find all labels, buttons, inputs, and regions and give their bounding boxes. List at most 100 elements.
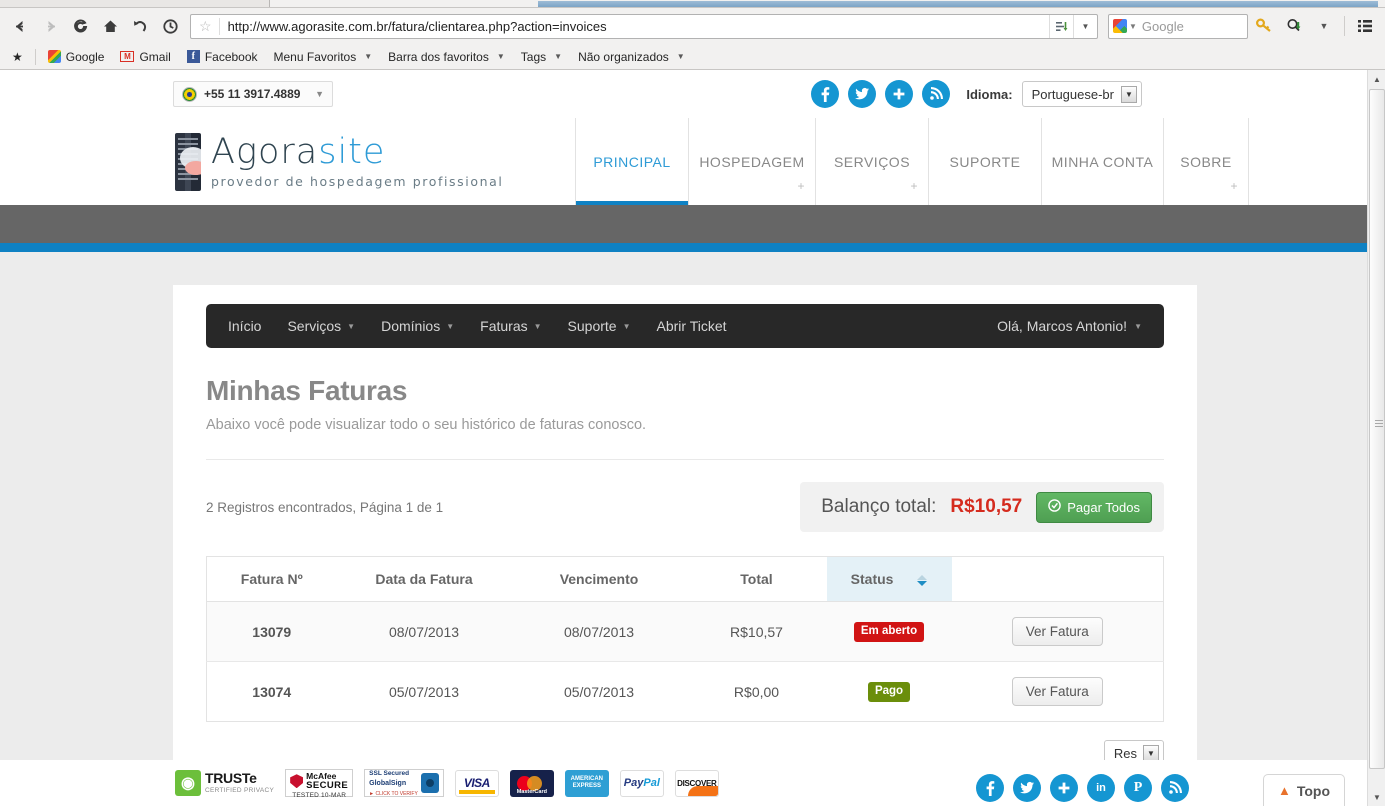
pinterest-icon[interactable]: P [1124, 774, 1152, 802]
site-logo[interactable]: Agorasite provedor de hospedagem profiss… [175, 118, 503, 205]
lock-icon [420, 773, 439, 793]
brazil-flag-icon [182, 86, 197, 102]
client-nav-servicos[interactable]: Serviços ▼ [287, 318, 355, 334]
nav-item-principal[interactable]: PRINCIPAL [575, 118, 688, 205]
nav-item-servicos[interactable]: SERVIÇOS + [815, 118, 928, 205]
cell-status: Em aberto [826, 601, 952, 662]
chevron-down-icon[interactable]: ▼ [1143, 744, 1159, 762]
bookmark-barra-dos-favoritos[interactable]: Barra dos favoritos ▼ [380, 46, 513, 68]
language-label: Idioma: [966, 86, 1013, 102]
back-to-top-button[interactable]: ▲ Topo [1262, 774, 1345, 806]
nav-label: PRINCIPAL [593, 153, 671, 170]
search-engine-caret-icon[interactable]: ▼ [1129, 22, 1137, 31]
client-nav-abrir-ticket[interactable]: Abrir Ticket [657, 318, 727, 334]
back-to-top-label: Topo [1296, 782, 1330, 799]
bookmark-tags[interactable]: Tags ▼ [513, 46, 570, 68]
rss-icon[interactable] [922, 80, 951, 108]
url-dropdown-icon[interactable]: ▼ [1073, 14, 1097, 38]
bookmark-facebook[interactable]: f Facebook [179, 46, 266, 68]
browser-toolbar: ☆ http://www.agorasite.com.br/fatura/cli… [0, 8, 1385, 44]
menu-icon[interactable] [1351, 12, 1379, 40]
rss-icon[interactable] [1161, 774, 1189, 802]
nav-item-hospedagem[interactable]: HOSPEDAGEM + [688, 118, 815, 205]
nav-item-sobre[interactable]: SOBRE + [1163, 118, 1249, 205]
chevron-down-icon[interactable]: ▼ [1121, 85, 1137, 103]
bookmark-nao-organizados[interactable]: Não organizados ▼ [570, 46, 693, 68]
search-box[interactable]: ▼ Google [1108, 13, 1248, 39]
chevron-down-icon: ▼ [622, 321, 631, 331]
nav-label: SERVIÇOS [833, 153, 911, 170]
pay-all-button[interactable]: Pagar Todos [1036, 491, 1152, 523]
client-nav-inicio[interactable]: Início [228, 318, 261, 334]
nav-item-suporte[interactable]: SUPORTE [928, 118, 1041, 205]
scroll-down-arrow-icon[interactable]: ▼ [1368, 788, 1385, 806]
column-header-total[interactable]: Total [686, 556, 827, 602]
column-header-vencimento[interactable]: Vencimento [511, 556, 687, 602]
client-nav-dominios[interactable]: Domínios ▼ [381, 318, 454, 334]
visa-label: VISA [463, 776, 491, 790]
chevron-down-icon: ▼ [554, 52, 563, 61]
client-nav-label: Serviços [287, 318, 342, 334]
client-nav-label: Domínios [381, 318, 441, 334]
globalsign-badge[interactable]: SSL Secured GlobalSign ► CLICK TO VERIFY [364, 769, 444, 797]
overflow-caret-icon[interactable]: ▼ [1310, 12, 1338, 40]
view-invoice-button[interactable]: Ver Fatura [1011, 677, 1103, 706]
bookmark-menu-favoritos[interactable]: Menu Favoritos ▼ [266, 46, 381, 68]
twitter-icon[interactable] [1013, 774, 1041, 802]
sort-arrows-icon[interactable] [917, 574, 928, 586]
bookmark-label: Facebook [204, 49, 258, 64]
client-nav-label: Abrir Ticket [656, 318, 727, 334]
chevron-down-icon: ▼ [676, 52, 685, 61]
browser-tab-inactive[interactable] [0, 0, 270, 7]
client-nav-faturas[interactable]: Faturas ▼ [480, 318, 541, 334]
bookmark-google[interactable]: Google [40, 46, 113, 68]
discover-icon: DISCOVER [674, 769, 719, 797]
bookmark-gmail[interactable]: M Gmail [112, 46, 178, 68]
address-bar[interactable]: ☆ http://www.agorasite.com.br/fatura/cli… [190, 13, 1098, 39]
scrollbar-thumb[interactable] [1369, 89, 1385, 769]
history-icon[interactable] [156, 12, 184, 40]
key-icon[interactable] [1250, 12, 1278, 40]
google-plus-icon[interactable] [1050, 774, 1078, 802]
twitter-icon[interactable] [848, 80, 877, 108]
server-rack-icon [175, 132, 201, 191]
table-row[interactable]: 13079 08/07/2013 08/07/2013 R$10,57 Em a… [206, 601, 1164, 662]
forward-arrow-icon[interactable] [36, 12, 64, 40]
scroll-up-arrow-icon[interactable]: ▲ [1368, 70, 1385, 88]
column-header-fatura-numero[interactable]: Fatura Nº [206, 556, 337, 602]
view-invoice-button[interactable]: Ver Fatura [1011, 617, 1103, 646]
facebook-icon[interactable] [811, 80, 840, 108]
facebook-icon[interactable] [976, 774, 1004, 802]
reload-icon[interactable] [66, 12, 94, 40]
column-header-data-da-fatura[interactable]: Data da Fatura [336, 556, 512, 602]
back-arrow-icon[interactable] [6, 12, 34, 40]
home-icon[interactable] [96, 12, 124, 40]
url-text[interactable]: http://www.agorasite.com.br/fatura/clien… [220, 19, 1049, 34]
nav-item-minha-conta[interactable]: MINHA CONTA [1041, 118, 1163, 205]
linkedin-icon[interactable]: in [1087, 774, 1115, 802]
client-nav-suporte[interactable]: Suporte ▼ [568, 318, 631, 334]
bookmark-star-icon[interactable]: ☆ [191, 18, 219, 35]
client-nav-user-menu[interactable]: Olá, Marcos Antonio! ▼ [997, 318, 1142, 334]
logo-tagline: provedor de hospedagem profissional [211, 173, 504, 189]
column-header-status[interactable]: Status [826, 556, 952, 602]
search-input[interactable]: Google [1142, 19, 1184, 34]
tab-strip[interactable] [0, 0, 1385, 8]
bookmark-label: Menu Favoritos [273, 49, 357, 64]
bookmark-star-toggle[interactable]: ★ [8, 46, 31, 68]
language-select[interactable]: Portuguese-br ▼ [1021, 81, 1142, 107]
url-filter-icon[interactable] [1049, 14, 1073, 38]
download-search-icon[interactable] [1280, 12, 1308, 40]
mcafee-badge[interactable]: McAfee SECURE TESTED 10-MAR [285, 769, 354, 799]
truste-badge[interactable]: ◉ TRUSTe CERTIFIED PRIVACY [175, 769, 274, 797]
table-row[interactable]: 13074 05/07/2013 05/07/2013 R$0,00 Pago … [207, 662, 1164, 722]
undo-icon[interactable] [126, 12, 154, 40]
chevron-down-icon: ▼ [533, 321, 542, 331]
browser-tab-active[interactable] [538, 1, 1378, 7]
paypal-icon: Pay Pal [619, 769, 664, 797]
phone-selector[interactable]: +55 11 3917.4889 ▼ [173, 81, 333, 107]
utility-right: Idioma: Portuguese-br ▼ [811, 70, 1142, 118]
google-plus-icon[interactable] [885, 80, 914, 108]
page-scrollbar[interactable]: ▲ ▼ [1367, 70, 1385, 806]
language-value: Portuguese-br [1031, 86, 1114, 102]
